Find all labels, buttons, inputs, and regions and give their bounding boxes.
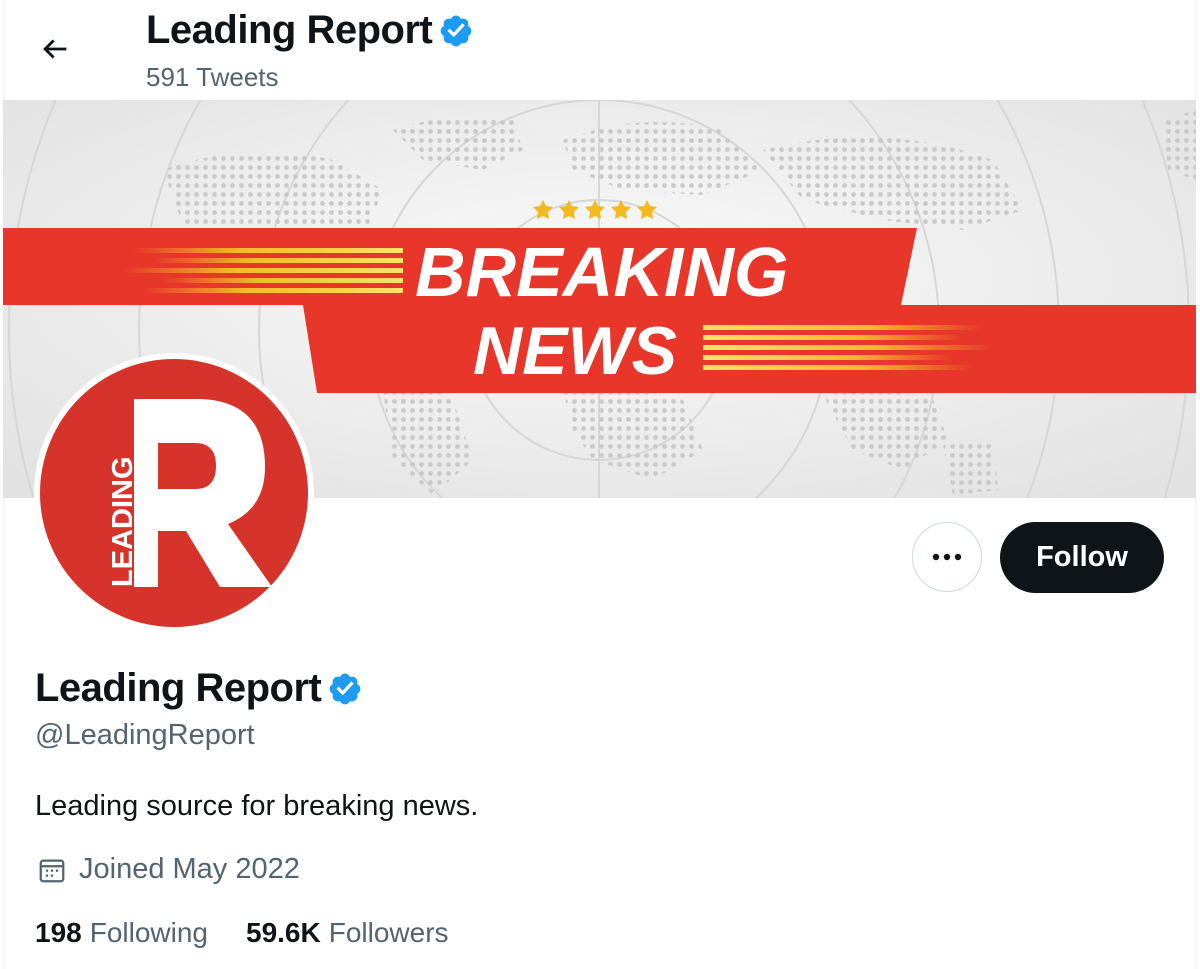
profile-display-name: Leading Report: [35, 666, 363, 711]
joined-date: Joined May 2022: [37, 853, 300, 886]
back-arrow-icon: [43, 39, 67, 59]
profile-handle: @LeadingReport: [35, 719, 255, 751]
profile-name-text: Leading Report: [35, 666, 322, 710]
following-count: 198: [35, 917, 82, 948]
follow-stats: 198 Following 59.6K Followers: [35, 917, 449, 949]
following-label: Following: [89, 917, 208, 948]
following-link[interactable]: 198 Following: [35, 917, 208, 949]
leading-report-logo: LEADING: [107, 399, 272, 588]
verified-badge-icon: [440, 15, 472, 46]
follow-button[interactable]: Follow: [1000, 522, 1164, 593]
header-title: Leading Report: [146, 8, 474, 53]
followers-link[interactable]: 59.6K Followers: [246, 917, 449, 949]
banner-line2: NEWS: [473, 313, 677, 389]
verified-badge-icon[interactable]: [327, 671, 363, 707]
joined-text: Joined May 2022: [79, 853, 300, 885]
followers-label: Followers: [328, 917, 449, 948]
avatar-logo: LEADING: [40, 359, 308, 627]
logo-vertical-text: LEADING: [107, 457, 139, 588]
followers-count: 59.6K: [246, 917, 321, 948]
more-options-button[interactable]: [912, 522, 982, 592]
calendar-icon: [39, 859, 65, 882]
profile-bio: Leading source for breaking news.: [35, 790, 479, 822]
avatar[interactable]: LEADING: [34, 353, 314, 633]
banner-line1: BREAKING: [415, 233, 788, 311]
tweet-count: 591 Tweets: [146, 62, 279, 92]
back-button[interactable]: [30, 26, 80, 72]
more-dots-icon: [932, 553, 962, 561]
header-name-text: Leading Report: [146, 8, 433, 52]
